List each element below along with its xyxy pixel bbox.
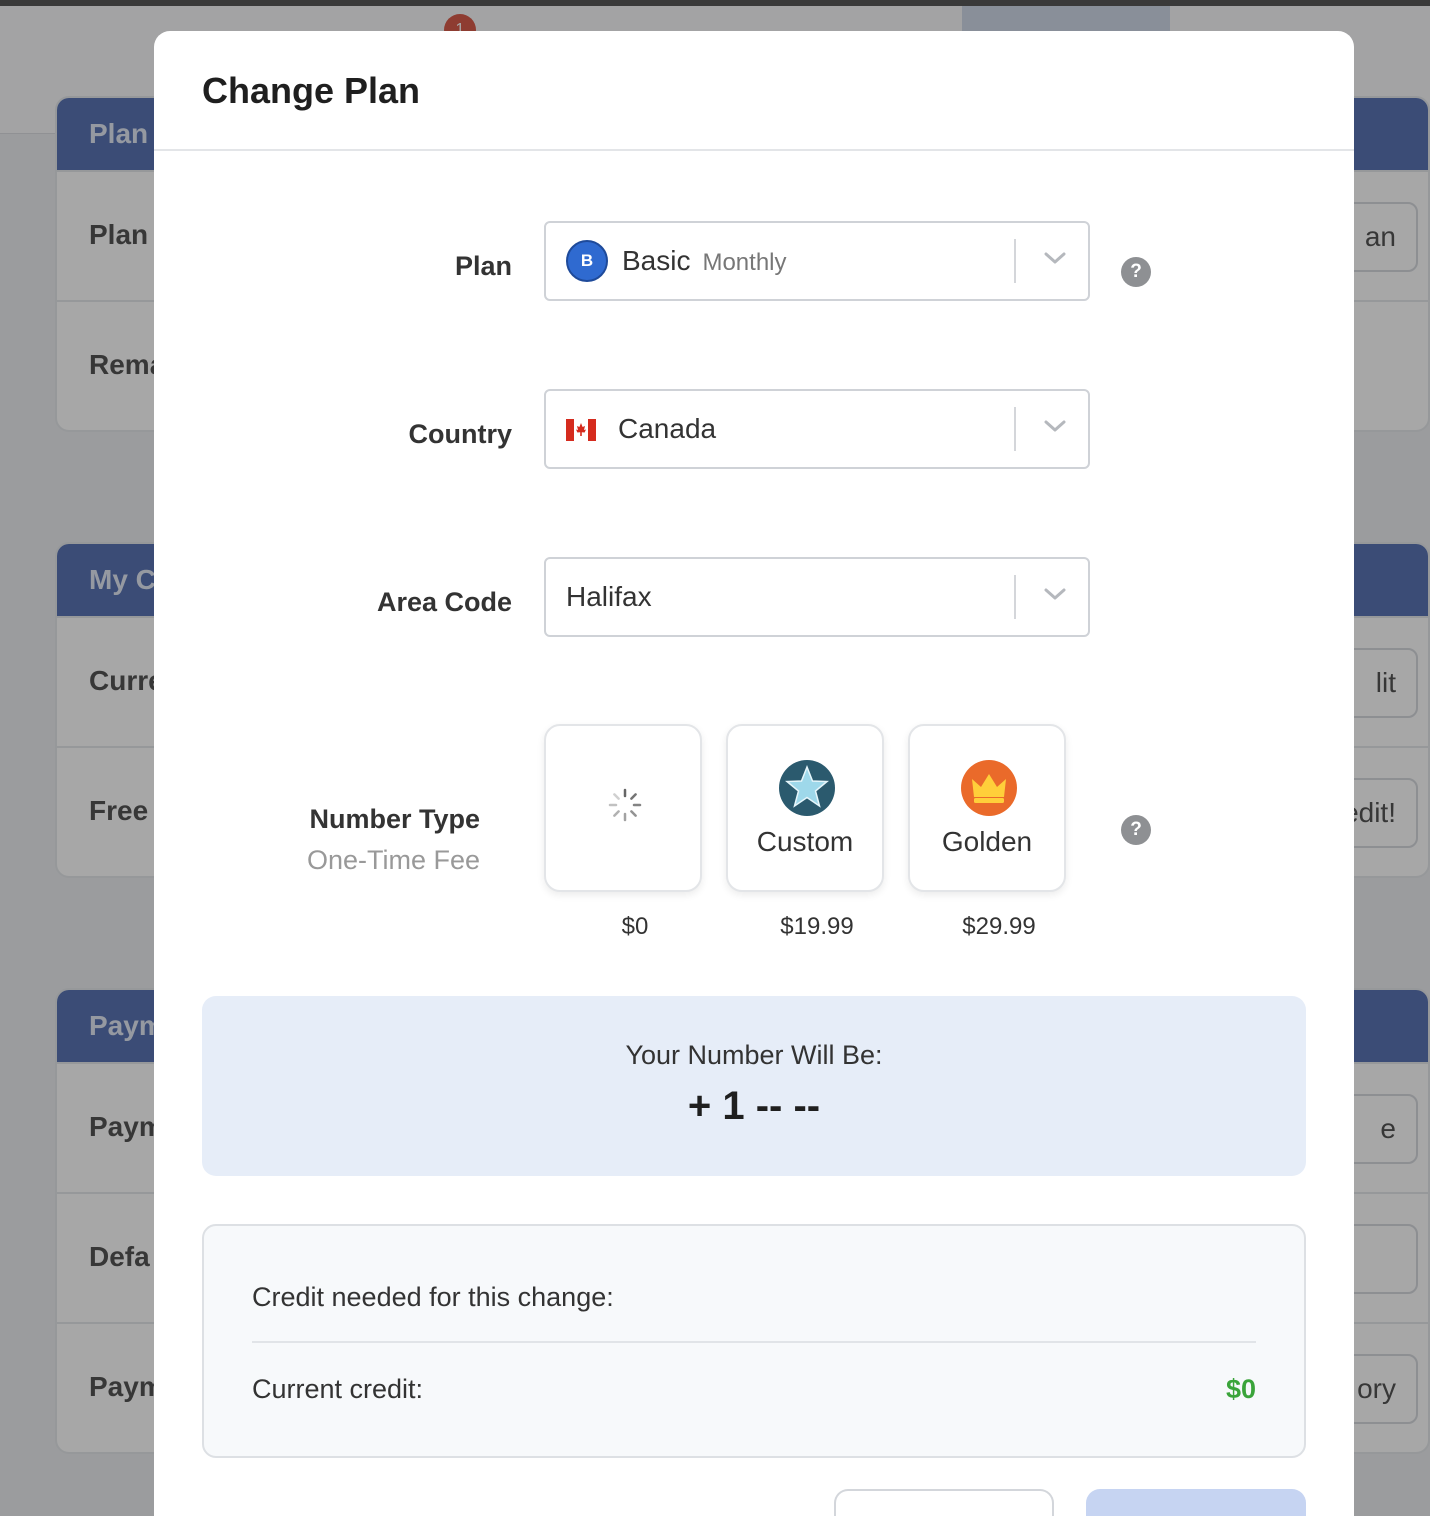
modal-title: Change Plan — [202, 70, 421, 111]
basic-plan-badge-icon: B — [566, 240, 608, 282]
area-code-select[interactable]: Halifax — [544, 557, 1090, 637]
crown-icon — [961, 760, 1017, 816]
number-type-sublabel: One-Time Fee — [306, 845, 480, 875]
country-select[interactable]: Canada — [544, 389, 1090, 469]
number-type-price: $0 — [621, 913, 649, 940]
number-type-name: Custom — [756, 826, 854, 857]
loading-spinner-icon — [608, 788, 642, 822]
canada-flag-icon — [566, 419, 596, 441]
plan-help-icon[interactable]: ? — [1121, 257, 1151, 287]
select-divider — [1014, 407, 1016, 451]
badge-letter: B — [580, 251, 594, 270]
plan-select-value: Basic Monthly — [622, 223, 787, 301]
confirm-button[interactable] — [1086, 1489, 1306, 1516]
plan-select[interactable]: B Basic Monthly — [544, 221, 1090, 301]
change-plan-modal: Change Plan Plan B Basic Monthly ? Countr… — [154, 31, 1354, 1516]
number-type-help-icon[interactable]: ? — [1121, 815, 1151, 845]
number-type-option-custom[interactable]: Custom — [726, 724, 884, 892]
number-type-price: $19.99 — [780, 913, 854, 940]
number-preview-value: + 1 -- -- — [687, 1084, 821, 1128]
divider — [252, 1341, 1256, 1343]
country-label: Country — [408, 419, 513, 449]
star-icon — [779, 760, 835, 816]
plan-billing-period: Monthly — [702, 249, 787, 276]
number-preview-box: Your Number Will Be: + 1 -- -- — [202, 996, 1306, 1176]
number-type-option-standard[interactable] — [544, 724, 702, 892]
number-type-price: $29.99 — [962, 913, 1036, 940]
number-preview-label: Your Number Will Be: — [625, 1040, 883, 1070]
country-select-value: Canada — [618, 413, 717, 444]
number-type-option-golden[interactable]: Golden — [908, 724, 1066, 892]
chevron-down-icon[interactable] — [1040, 243, 1070, 273]
current-credit-label: Current credit: — [252, 1374, 424, 1404]
cancel-button[interactable] — [834, 1489, 1054, 1516]
credit-summary-box: Credit needed for this change: Current c… — [202, 1224, 1306, 1458]
area-code-select-value: Halifax — [566, 581, 652, 612]
credit-needed-row: Credit needed for this change: — [252, 1282, 1256, 1313]
number-type-label: Number Type — [309, 804, 480, 834]
select-divider — [1014, 239, 1016, 283]
chevron-down-icon[interactable] — [1040, 411, 1070, 441]
area-code-label: Area Code — [376, 587, 512, 617]
number-type-name: Golden — [941, 826, 1033, 857]
credit-needed-label: Credit needed for this change: — [252, 1282, 614, 1312]
chevron-down-icon[interactable] — [1040, 579, 1070, 609]
select-divider — [1014, 575, 1016, 619]
modal-header: Change Plan — [154, 31, 1354, 151]
plan-label: Plan — [454, 251, 512, 281]
current-credit-value: $0 — [1225, 1374, 1256, 1404]
plan-name: Basic — [622, 245, 691, 276]
current-credit-row: Current credit: $0 — [252, 1374, 1256, 1405]
